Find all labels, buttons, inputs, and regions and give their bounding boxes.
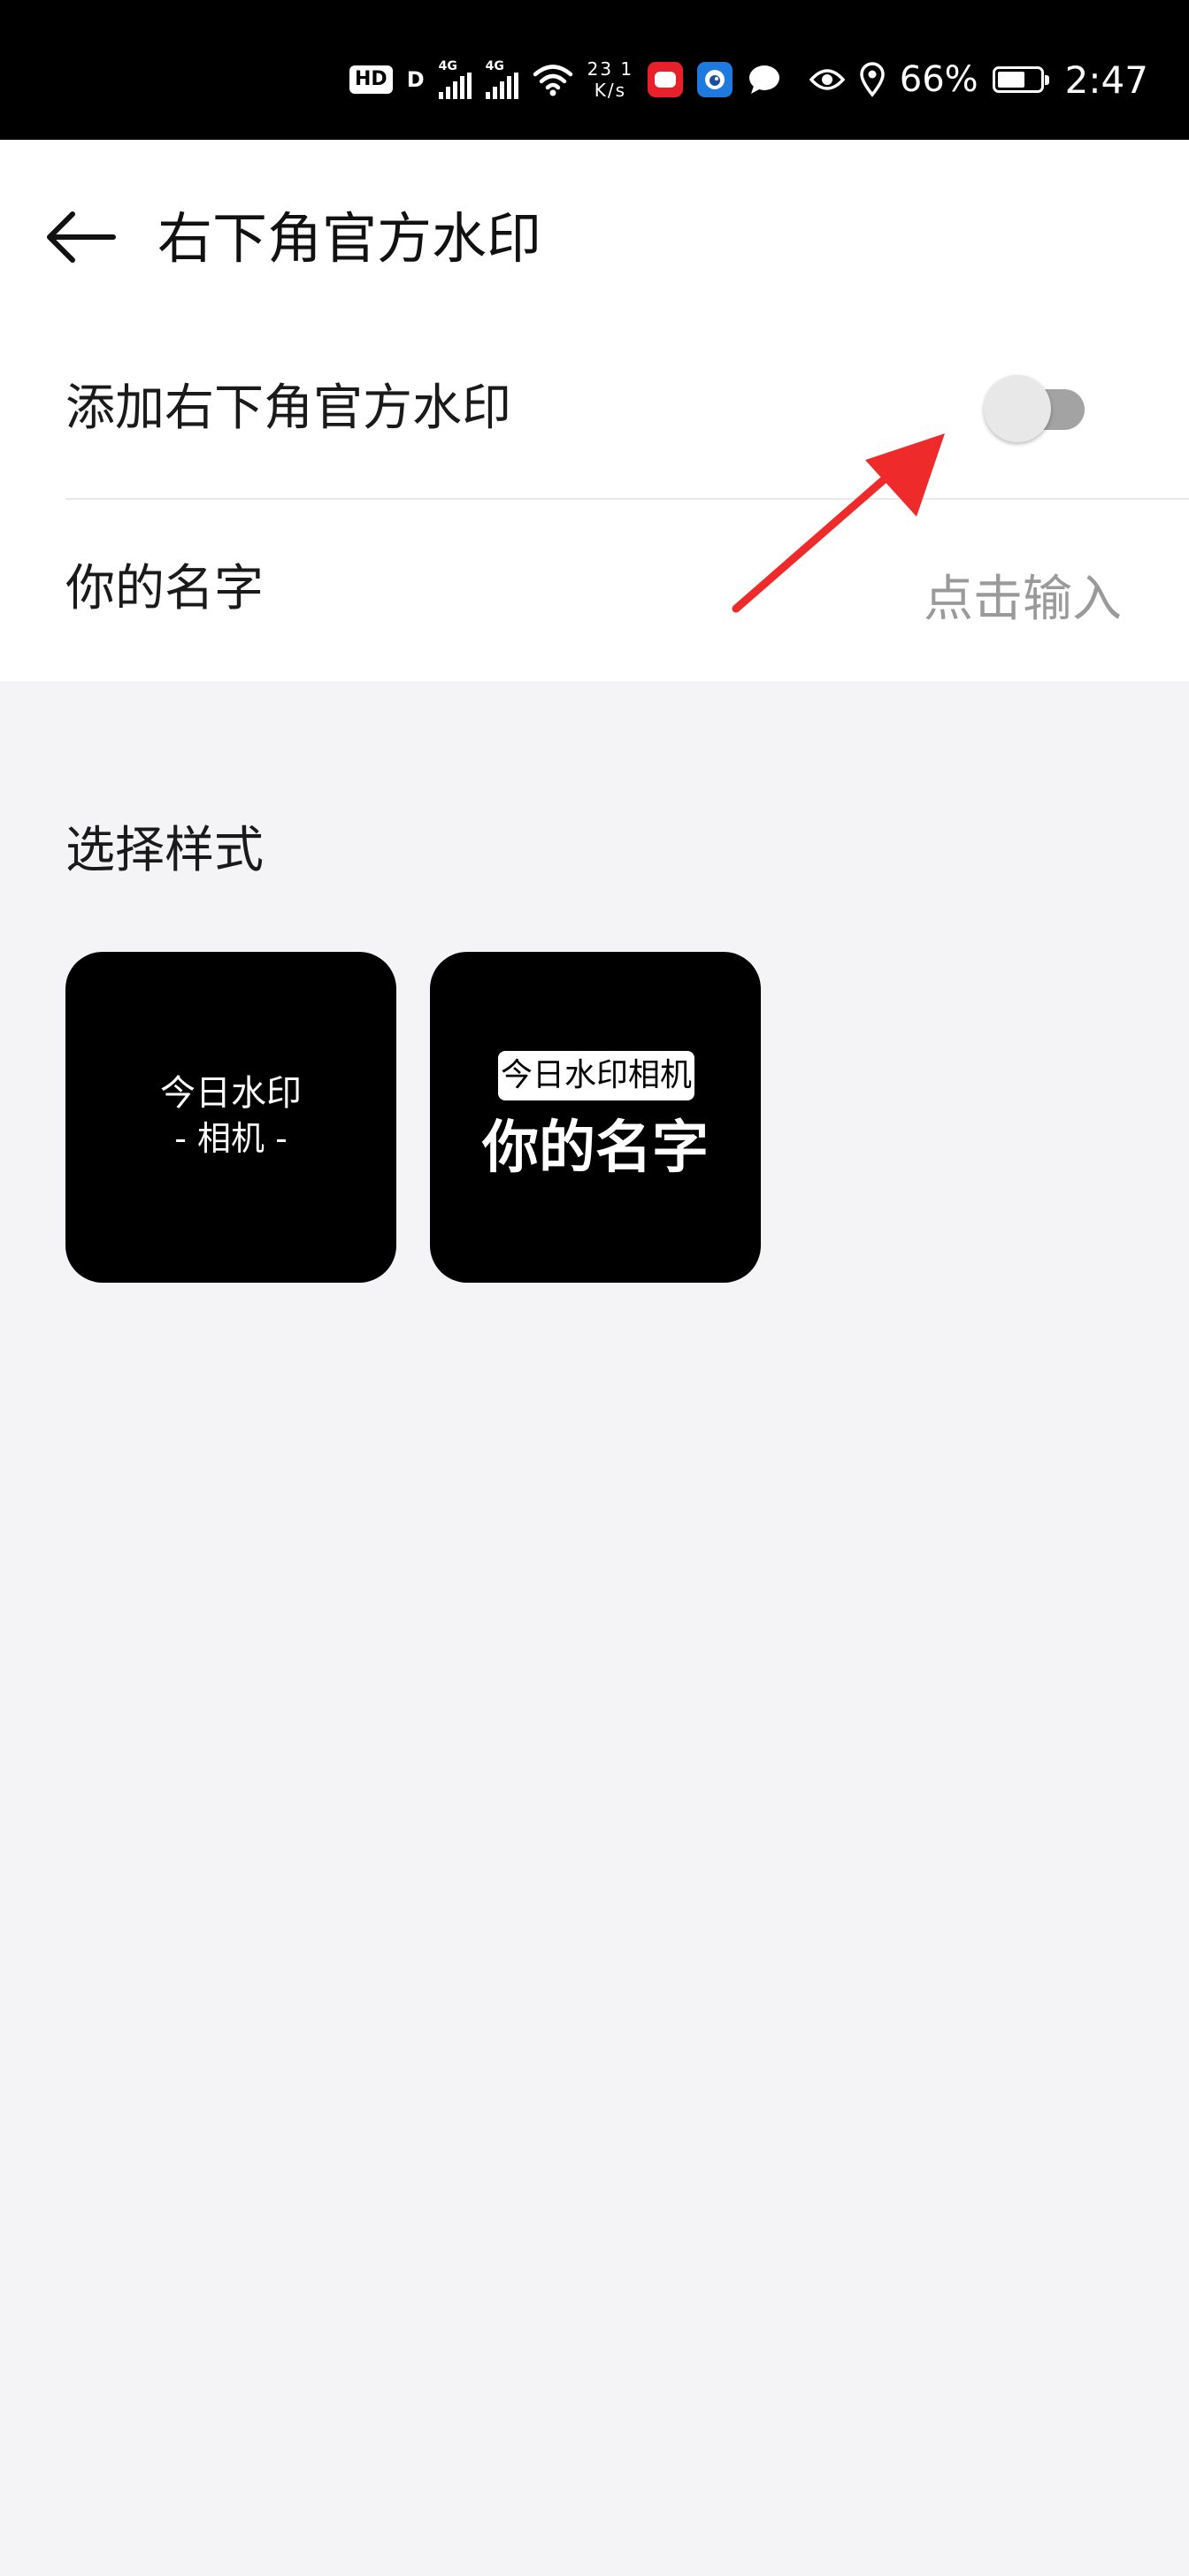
sim1-network-type: 4G (438, 59, 457, 73)
app-notification-icon (648, 62, 684, 97)
sim2-network-type: 4G (485, 59, 504, 73)
network-speed-value: 23 1 (587, 58, 634, 80)
sim1-signal: 4G (438, 59, 472, 99)
battery-icon (992, 66, 1049, 93)
name-label: 你的名字 (65, 560, 264, 617)
signal-icon (485, 73, 518, 99)
status-bar: HD D 4G 4G 23 1 K/s 66% 2:47 (0, 0, 1189, 140)
status-left-group: HD D 4G 4G 23 1 K/s (349, 53, 782, 106)
status-time: 2:47 (1064, 58, 1148, 102)
annotation-arrow-icon (732, 433, 945, 613)
watermark-toggle[interactable] (980, 372, 1095, 446)
row-divider (65, 498, 1189, 500)
sim2-signal: 4G (485, 59, 518, 99)
style-option-2-name: 你的名字 (482, 1116, 709, 1181)
network-speed-unit: K/s (594, 80, 627, 101)
network-speed: 23 1 K/s (587, 58, 634, 101)
battery-percent: 66% (899, 59, 978, 100)
bluetooth-icon (697, 62, 733, 97)
style-section-title: 选择样式 (65, 822, 264, 879)
wifi-icon (533, 65, 572, 96)
back-button[interactable] (35, 193, 124, 281)
watermark-toggle-label: 添加右下角官方水印 (65, 380, 511, 437)
eye-icon (809, 69, 845, 90)
status-right-group: 66% 2:47 (809, 53, 1148, 106)
settings-card: 右下角官方水印 添加右下角官方水印 你的名字 点击输入 (0, 140, 1189, 681)
location-icon (860, 62, 885, 97)
toggle-knob (984, 375, 1051, 442)
hd-sub-label: D (406, 67, 425, 92)
hd-badge: HD (349, 65, 393, 94)
style-option-1-line1: 今日水印 (160, 1073, 302, 1114)
style-option-2-badge: 今日水印相机 (498, 1051, 694, 1100)
style-option-2[interactable]: 今日水印相机 你的名字 (430, 952, 761, 1283)
style-option-1[interactable]: 今日水印 - 相机 - (65, 952, 396, 1283)
back-arrow-icon (47, 211, 116, 263)
page-title: 右下角官方水印 (157, 206, 542, 271)
signal-icon (438, 73, 472, 99)
style-option-1-line2: - 相机 - (174, 1119, 288, 1158)
chat-icon (749, 65, 780, 94)
battery-level-fill (997, 72, 1024, 88)
